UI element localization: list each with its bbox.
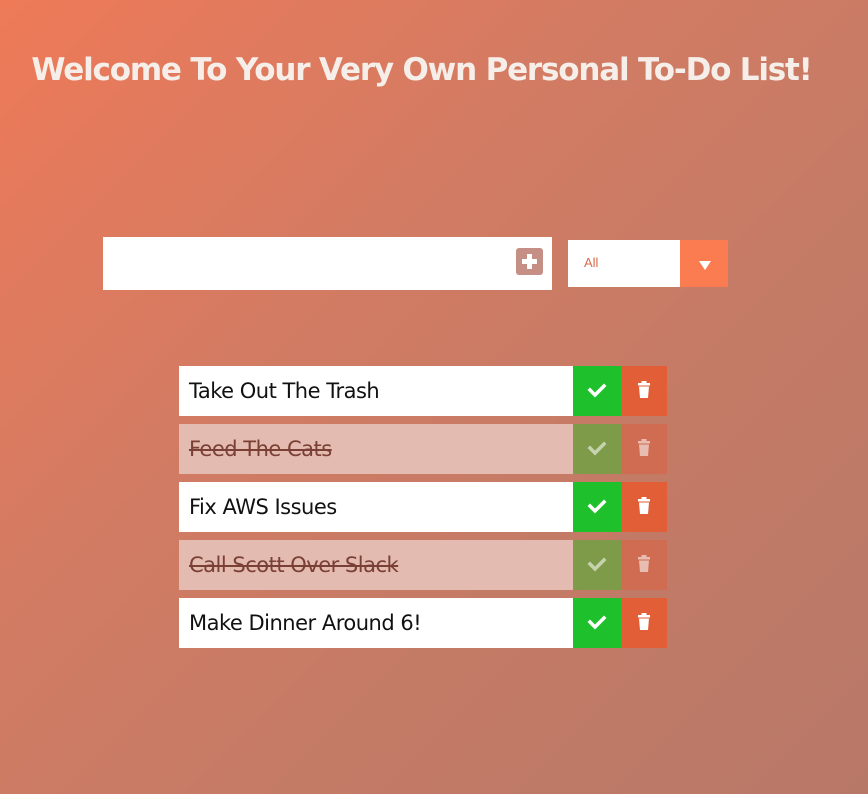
- check-icon: [587, 383, 607, 398]
- todo-item: Feed The Cats: [179, 424, 667, 474]
- todo-input-bar: [103, 237, 552, 290]
- trash-icon: [638, 497, 650, 514]
- todo-text: Call Scott Over Slack: [179, 540, 573, 590]
- filter-selected-value: All: [584, 255, 599, 270]
- complete-button[interactable]: [573, 598, 621, 648]
- page-title: Welcome To Your Very Own Personal To-Do …: [31, 52, 812, 88]
- todo-text: Feed The Cats: [179, 424, 573, 474]
- todo-item: Call Scott Over Slack: [179, 540, 667, 590]
- todo-item: Make Dinner Around 6!: [179, 598, 667, 648]
- todo-text: Fix AWS Issues: [179, 482, 573, 532]
- todo-list: Take Out The Trash Feed The Cats Fix AWS…: [179, 366, 667, 656]
- add-todo-button[interactable]: [516, 248, 543, 275]
- check-icon: [587, 557, 607, 572]
- complete-button[interactable]: [573, 366, 621, 416]
- todo-item: Fix AWS Issues: [179, 482, 667, 532]
- trash-icon: [638, 381, 650, 398]
- check-icon: [587, 441, 607, 456]
- delete-button[interactable]: [621, 424, 667, 474]
- trash-icon: [638, 439, 650, 456]
- check-icon: [587, 615, 607, 630]
- todo-text: Make Dinner Around 6!: [179, 598, 573, 648]
- complete-button[interactable]: [573, 540, 621, 590]
- delete-button[interactable]: [621, 540, 667, 590]
- complete-button[interactable]: [573, 482, 621, 532]
- delete-button[interactable]: [621, 598, 667, 648]
- todo-item: Take Out The Trash: [179, 366, 667, 416]
- caret-down-icon[interactable]: [680, 240, 728, 287]
- todo-text: Take Out The Trash: [179, 366, 573, 416]
- delete-button[interactable]: [621, 366, 667, 416]
- delete-button[interactable]: [621, 482, 667, 532]
- trash-icon: [638, 613, 650, 630]
- todo-input[interactable]: [103, 237, 503, 290]
- complete-button[interactable]: [573, 424, 621, 474]
- trash-icon: [638, 555, 650, 572]
- filter-select[interactable]: All: [568, 240, 728, 287]
- check-icon: [587, 499, 607, 514]
